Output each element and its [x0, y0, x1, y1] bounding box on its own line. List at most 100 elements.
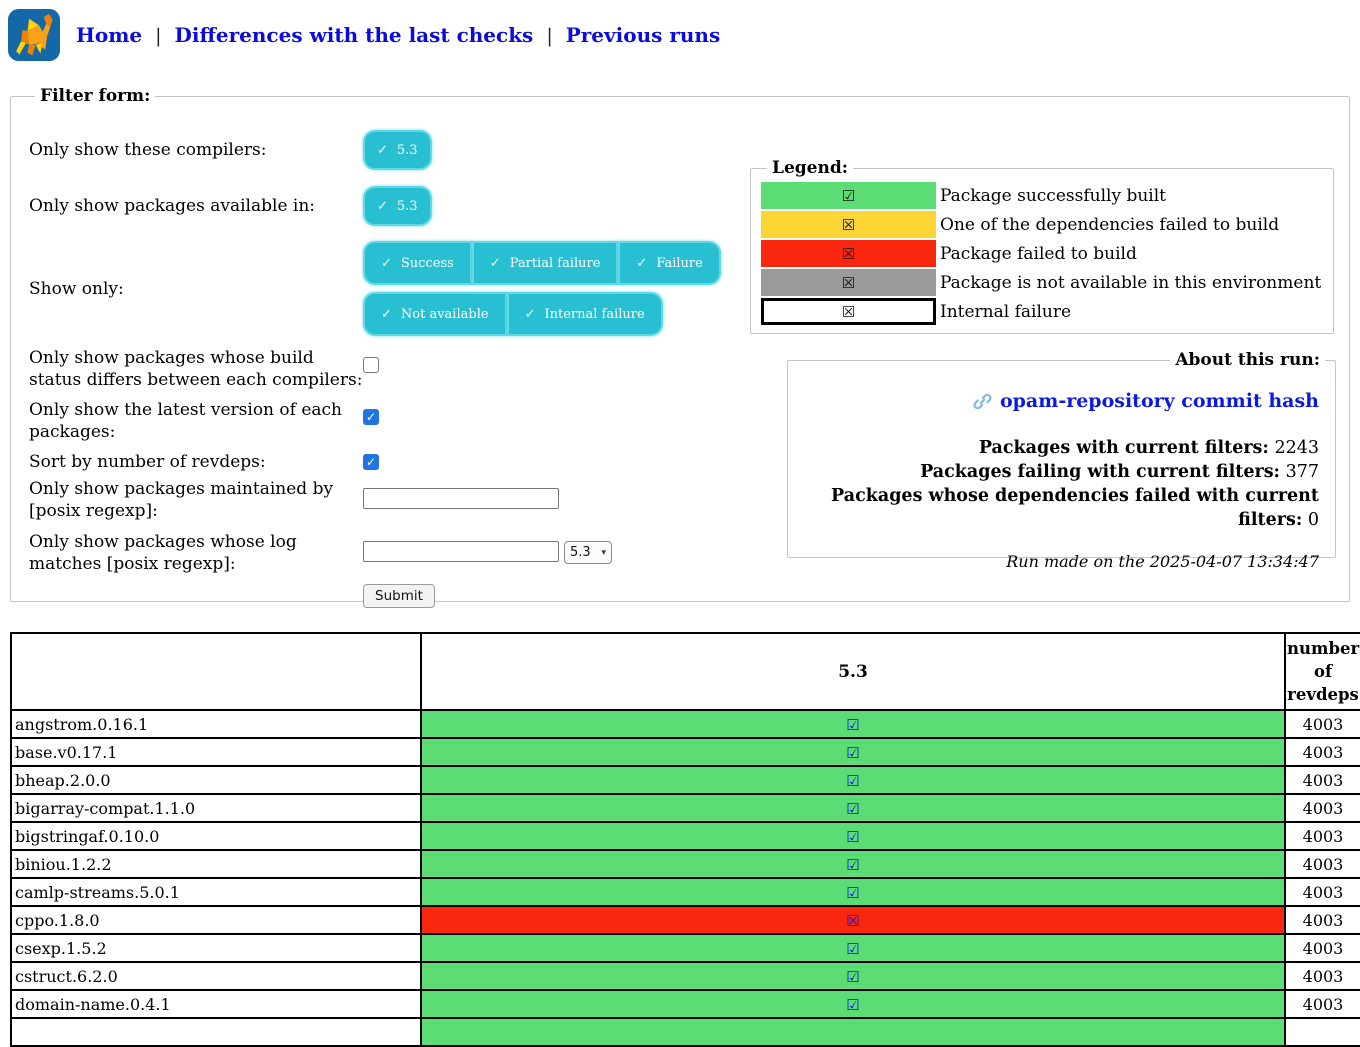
legend-item-label: One of the dependencies failed to build: [940, 215, 1279, 235]
legend-color-swatch: ☒: [761, 240, 936, 267]
show-only-internal-failure[interactable]: ✓Internal failure: [507, 292, 663, 336]
package-name: domain-name.0.4.1: [11, 990, 421, 1018]
build-success-link[interactable]: ☑: [846, 856, 859, 874]
show-only-group: ✓Success✓Partial failure✓Failure: [363, 241, 721, 285]
revdeps-count: 4003: [1285, 766, 1360, 794]
show-only-not-available[interactable]: ✓Not available: [363, 292, 507, 336]
check-icon: ✓: [377, 199, 388, 214]
build-success-link[interactable]: ☑: [846, 716, 859, 734]
show-only-failure[interactable]: ✓Failure: [618, 241, 720, 285]
check-icon: ✓: [636, 256, 647, 271]
compiler-toggle-5.3[interactable]: ✓5.3: [363, 130, 432, 170]
show-only-button-groups: ✓Success✓Partial failure✓Failure ✓Not ava…: [363, 241, 721, 336]
check-icon: ✓: [377, 143, 388, 158]
maintained-label: Only show packages maintained by [posix …: [29, 478, 363, 522]
legend-color-swatch: ☒: [761, 269, 936, 296]
revdeps-count: 4003: [1285, 794, 1360, 822]
legend-item: ☑Package successfully built: [761, 182, 1323, 209]
show-only-label: Show only:: [29, 278, 363, 300]
build-success-link[interactable]: ☑: [846, 940, 859, 958]
table-row: cstruct.6.2.0☑4003: [11, 962, 1360, 990]
legend-item: ☒Internal failure: [761, 298, 1323, 325]
about-this-run: About this run: opam-repository commit h…: [787, 350, 1336, 558]
build-status-cell: ☑: [421, 990, 1285, 1018]
table-row: angstrom.0.16.1 ☑ 4003: [11, 710, 1360, 738]
opam-repo-commit-link[interactable]: opam-repository commit hash: [972, 390, 1319, 412]
table-row: bigstringaf.0.10.0 ☑ 4003: [11, 822, 1360, 850]
nav-link-previous-runs[interactable]: Previous runs: [566, 23, 721, 47]
filter-checkbox[interactable]: ✓: [363, 454, 379, 470]
submit-row: Submit: [29, 584, 1331, 608]
revdeps-count: 4003: [1285, 850, 1360, 878]
log-match-input[interactable]: [363, 541, 559, 562]
log-compiler-select[interactable]: 5.3 ▾: [564, 541, 612, 564]
package-name: angstrom.0.16.1: [11, 710, 421, 738]
submit-button[interactable]: Submit: [363, 584, 435, 608]
available-toggle-5.3[interactable]: ✓5.3: [363, 186, 432, 226]
table-row: bigarray-compat.1.1.0 ☑ 4003: [11, 794, 1360, 822]
run-date: Run made on the 2025-04-07 13:34:47: [804, 552, 1319, 571]
build-status-cell: ☑: [421, 962, 1285, 990]
build-success-link[interactable]: ☑: [846, 828, 859, 846]
build-status-cell: ☑: [421, 738, 1285, 766]
run-stat-value: 0: [1308, 510, 1319, 530]
package-column-header: [11, 633, 421, 710]
build-success-link[interactable]: ☑: [846, 996, 859, 1014]
results-table: 5.3 number of revdeps angstrom.0.16.1 ☑ 40…: [10, 632, 1360, 1047]
revdeps-count: 4003: [1285, 878, 1360, 906]
table-row: domain-name.0.4.1☑4003: [11, 990, 1360, 1018]
revdeps-count: 4003: [1285, 738, 1360, 766]
package-name: camlp-streams.5.0.1: [11, 878, 421, 906]
legend-item-label: Package failed to build: [940, 244, 1137, 264]
package-name: cppo.1.8.0: [11, 906, 421, 934]
build-success-link[interactable]: ☑: [846, 884, 859, 902]
nav-link-home[interactable]: Home: [76, 23, 142, 47]
run-stat-label: Packages whose dependencies failed with …: [831, 486, 1319, 530]
legend-item-label: Package successfully built: [940, 186, 1166, 206]
legend-item: ☒Package is not available in this enviro…: [761, 269, 1323, 296]
build-failure-link[interactable]: ☒: [846, 912, 859, 930]
build-success-link[interactable]: ☑: [846, 800, 859, 818]
build-status-cell: ☑: [421, 710, 1285, 738]
show-only-partial-failure[interactable]: ✓Partial failure: [472, 241, 619, 285]
legend-item-label: Package is not available in this environ…: [940, 273, 1321, 293]
compilers-label: Only show these compilers:: [29, 139, 363, 161]
legend-color-swatch: ☒: [761, 298, 936, 325]
run-stat-value: 377: [1286, 462, 1319, 482]
filter-checkbox[interactable]: ✓: [363, 409, 379, 425]
top-nav: Home|Differences with the last checks|Pr…: [8, 8, 1352, 62]
package-name: bigarray-compat.1.1.0: [11, 794, 421, 822]
results-header-row: 5.3 number of revdeps: [11, 633, 1360, 710]
checkbox-label: Only show the latest version of each pac…: [29, 399, 363, 443]
build-status-cell: ☑: [421, 878, 1285, 906]
revdeps-count: 4003: [1285, 906, 1360, 934]
nav-separator: |: [155, 25, 161, 47]
show-only-success[interactable]: ✓Success: [363, 241, 472, 285]
build-status-cell: ☑: [421, 822, 1285, 850]
legend-items: ☑Package successfully built☒One of the d…: [761, 182, 1323, 325]
link-icon: [972, 391, 993, 412]
filter-form-legend: Filter form:: [35, 86, 155, 106]
package-name: bigstringaf.0.10.0: [11, 822, 421, 850]
package-name: bheap.2.0.0: [11, 766, 421, 794]
compiler-column-header: 5.3: [421, 633, 1285, 710]
table-row: camlp-streams.5.0.1 ☑ 4003: [11, 878, 1360, 906]
build-status-cell: ☑: [421, 794, 1285, 822]
chevron-down-icon: ▾: [601, 548, 606, 558]
build-success-link[interactable]: ☑: [846, 744, 859, 762]
run-stat-label: Packages failing with current filters:: [920, 462, 1280, 482]
build-success-link[interactable]: ☑: [846, 968, 859, 986]
package-name: biniou.1.2.2: [11, 850, 421, 878]
package-name: base.v0.17.1: [11, 738, 421, 766]
build-success-link[interactable]: ☑: [846, 772, 859, 790]
nav-link-differences-with-the-last-checks[interactable]: Differences with the last checks: [175, 23, 534, 47]
build-status-cell: ☑: [421, 934, 1285, 962]
check-icon: ✓: [381, 307, 392, 322]
revdeps-count: 4003: [1285, 710, 1360, 738]
legend-color-swatch: ☑: [761, 182, 936, 209]
revdeps-count: 4003: [1285, 822, 1360, 850]
filter-checkbox[interactable]: [363, 357, 379, 373]
maintained-input[interactable]: [363, 488, 559, 509]
opam-repo-commit-link-label: opam-repository commit hash: [1000, 390, 1319, 412]
available-label: Only show packages available in:: [29, 195, 363, 217]
